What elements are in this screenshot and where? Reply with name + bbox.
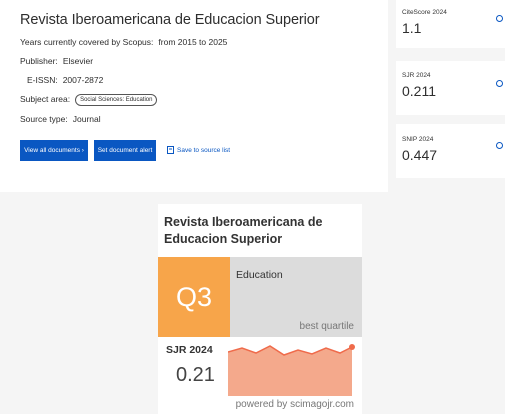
snip-label: SNIP 2024	[402, 136, 434, 143]
eissn-row: E-ISSN: 2007-2872	[27, 75, 103, 85]
scimago-sjr-value: 0.21	[176, 364, 215, 386]
source-title: Revista Iberoamericana de Educacion Supe…	[20, 12, 320, 28]
quartile-box: Q3 Education best quartile	[158, 257, 362, 337]
info-icon[interactable]	[496, 80, 503, 87]
sjr-sparkline	[228, 344, 355, 396]
scimago-sjr-label: SJR 2024	[166, 344, 213, 356]
sjr-value: 0.211	[402, 83, 436, 99]
publisher-row: Publisher: Elsevier	[20, 56, 93, 66]
snip-card: SNIP 2024 0.447	[396, 124, 505, 178]
source-type-value: Journal	[72, 114, 101, 124]
citescore-card: CiteScore 2024 1.1	[396, 0, 505, 48]
set-document-alert-button[interactable]: Set document alert	[94, 140, 156, 161]
citescore-label: CiteScore 2024	[402, 9, 447, 16]
source-details-card: Revista Iberoamericana de Educacion Supe…	[0, 0, 388, 192]
scimago-journal-title: Revista Iberoamericana de Educacion Supe…	[164, 215, 323, 246]
subject-label: Subject area:	[20, 94, 71, 105]
sjr-card: SJR 2024 0.211	[396, 61, 505, 115]
source-type-label: Source type:	[20, 114, 68, 124]
view-all-documents-button[interactable]: View all documents ›	[20, 140, 88, 161]
citescore-value: 1.1	[402, 20, 422, 36]
publisher-label: Publisher:	[20, 56, 58, 66]
coverage-label: Years currently covered by Scopus:	[20, 37, 154, 47]
coverage-row: Years currently covered by Scopus: from 2…	[20, 37, 227, 47]
publisher-value: Elsevier	[62, 56, 94, 66]
source-type-row: Source type: Journal	[20, 114, 101, 124]
info-icon[interactable]	[496, 15, 503, 22]
sjr-label: SJR 2024	[402, 72, 431, 79]
bookmark-list-icon	[167, 146, 174, 155]
sparkline-endpoint	[349, 344, 355, 350]
snip-value: 0.447	[402, 147, 438, 163]
scimago-widget[interactable]: Revista Iberoamericana de Educacion Supe…	[158, 204, 362, 414]
quartile-subject: Education	[236, 269, 283, 281]
powered-by-scimago: powered by scimagojr.com	[235, 399, 354, 410]
quartile-badge: Q3	[158, 257, 230, 337]
info-icon[interactable]	[496, 142, 503, 149]
subject-row: Subject area: Social Sciences: Education	[20, 94, 158, 106]
save-to-source-list-link[interactable]: Save to source list	[167, 146, 230, 156]
coverage-value: from 2015 to 2025	[158, 37, 228, 47]
save-to-source-list-label: Save to source list	[177, 147, 231, 154]
eissn-label: E-ISSN:	[27, 75, 58, 85]
eissn-value: 2007-2872	[62, 75, 104, 85]
subject-area-pill[interactable]: Social Sciences: Education	[75, 94, 158, 106]
quartile-note: best quartile	[299, 321, 354, 332]
